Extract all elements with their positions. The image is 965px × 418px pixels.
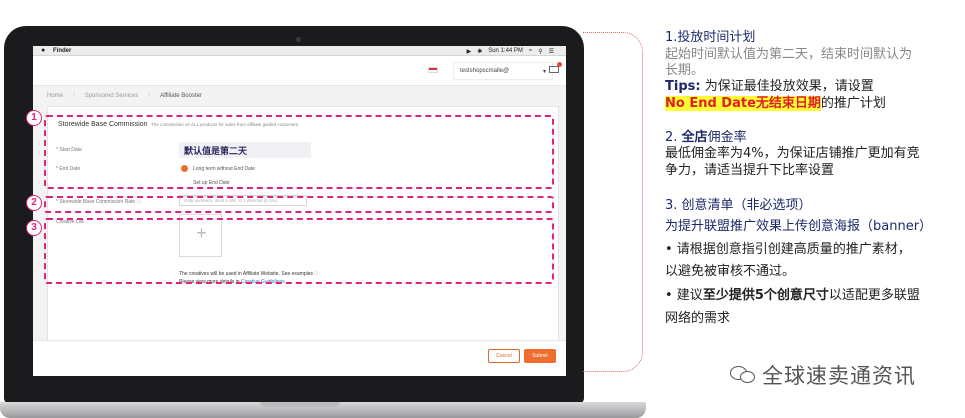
note-1-line-1: 起始时间默认值为第二天，结束时间默认为 — [665, 47, 913, 62]
marker-2: 2 — [26, 195, 42, 211]
highlight-box-2 — [44, 196, 554, 213]
marker-3: 3 — [26, 220, 42, 236]
breadcrumb-current: Affiliate Booster — [160, 93, 202, 99]
note-2-line-1: 最低佣金率为4%，为保证店铺推广更加有竞 — [665, 146, 920, 161]
watermark-text: 全球速卖通资讯 — [762, 364, 916, 388]
note-3-title: 3. 创意清单（非必选项） — [665, 198, 812, 213]
connector-line — [583, 32, 643, 372]
marker-1: 1 — [26, 110, 42, 126]
form-footer: Cancel Submit — [33, 340, 566, 376]
note-3-line-5: 网络的需求 — [665, 311, 731, 326]
note-3-line-1: 为提升联盟推广效果上传创意海报（banner） — [665, 219, 933, 234]
menubar-status: ▶ ✱ Sun 1:44 PM ≈ ⚲ ☰ — [467, 48, 554, 55]
note-1-line-2: 长期。 — [665, 63, 705, 78]
note-2-line-2: 争力，请适当提升下比率设置 — [665, 163, 835, 178]
account-name: testshopscmalle@ — [460, 68, 510, 74]
wechat-icon — [730, 364, 756, 386]
note-1-tip: Tips: 为保证最佳投放效果，请设置 — [665, 79, 874, 96]
menubar-app-name[interactable]: Finder — [53, 48, 71, 54]
list-icon[interactable]: ☰ — [549, 48, 554, 55]
tip-tail: 的推广计划 — [820, 96, 886, 111]
note-3-line-3: 以避免被审核不通过。 — [665, 264, 796, 279]
flag-icon[interactable] — [428, 67, 438, 73]
note-2-prefix: 2. — [665, 130, 682, 145]
volume-icon[interactable]: ▶ — [467, 48, 472, 55]
note-3-line-4-prefix: • 建议 — [665, 288, 703, 303]
note-1-tip-line-2: No End Date无结束日期的推广计划 — [665, 96, 886, 113]
note-3-line-2: • 请根据创意指引创建高质量的推广素材， — [665, 242, 911, 257]
tip-highlight: No End Date无结束日期 — [665, 96, 821, 111]
account-dropdown[interactable]: testshopscmalle@ ▾ — [453, 62, 553, 80]
apple-icon[interactable]: ● — [41, 47, 45, 54]
search-icon[interactable]: ⚲ — [538, 48, 542, 55]
laptop-notch — [260, 402, 340, 407]
note-3-line-4-bold: 至少提供5个创意尺寸 — [702, 288, 829, 303]
note-3-line-4: • 建议至少提供5个创意尺寸以适配更多联盟 — [665, 288, 920, 305]
annotation-notes: 1.投放时间计划 起始时间默认值为第二天，结束时间默认为 长期。 Tips: 为… — [648, 0, 960, 418]
highlight-box-3 — [44, 218, 554, 284]
camera-icon — [296, 37, 301, 42]
submit-button[interactable]: Submit — [524, 349, 556, 363]
chevron-down-icon: ▾ — [542, 69, 546, 75]
watermark: 全球速卖通资讯 — [730, 360, 916, 390]
tip-text: 为保证最佳投放效果，请设置 — [700, 79, 874, 94]
breadcrumb-separator: / — [148, 93, 151, 99]
stage: ● Finder ▶ ✱ Sun 1:44 PM ≈ ⚲ ☰ testshops… — [0, 0, 965, 418]
app-header: testshopscmalle@ ▾ — [33, 56, 566, 86]
note-2-title-rest: 佣金率 — [707, 130, 747, 145]
breadcrumb-separator: / — [73, 93, 75, 99]
cancel-button[interactable]: Cancel — [488, 349, 520, 363]
breadcrumb-home[interactable]: Home — [47, 93, 63, 99]
tip-label: Tips: — [665, 79, 701, 94]
note-1-title: 1.投放时间计划 — [665, 30, 756, 45]
bluetooth-icon[interactable]: ✱ — [477, 48, 482, 55]
breadcrumb-sponsored[interactable]: Sponsored Services — [85, 93, 139, 99]
highlight-box-1 — [44, 115, 554, 189]
breadcrumb: Home / Sponsored Services / Affiliate Bo… — [47, 93, 202, 99]
menubar-clock[interactable]: Sun 1:44 PM — [488, 48, 523, 55]
note-2-bold: 全店 — [681, 130, 708, 145]
notification-badge — [557, 62, 562, 67]
note-2-title: 2. 全店佣金率 — [665, 130, 747, 147]
mac-menubar: ● Finder ▶ ✱ Sun 1:44 PM ≈ ⚲ ☰ — [33, 46, 566, 56]
mail-icon[interactable] — [549, 66, 559, 73]
note-3-line-4-rest: 以适配更多联盟 — [828, 288, 920, 303]
wifi-icon[interactable]: ≈ — [529, 48, 532, 55]
